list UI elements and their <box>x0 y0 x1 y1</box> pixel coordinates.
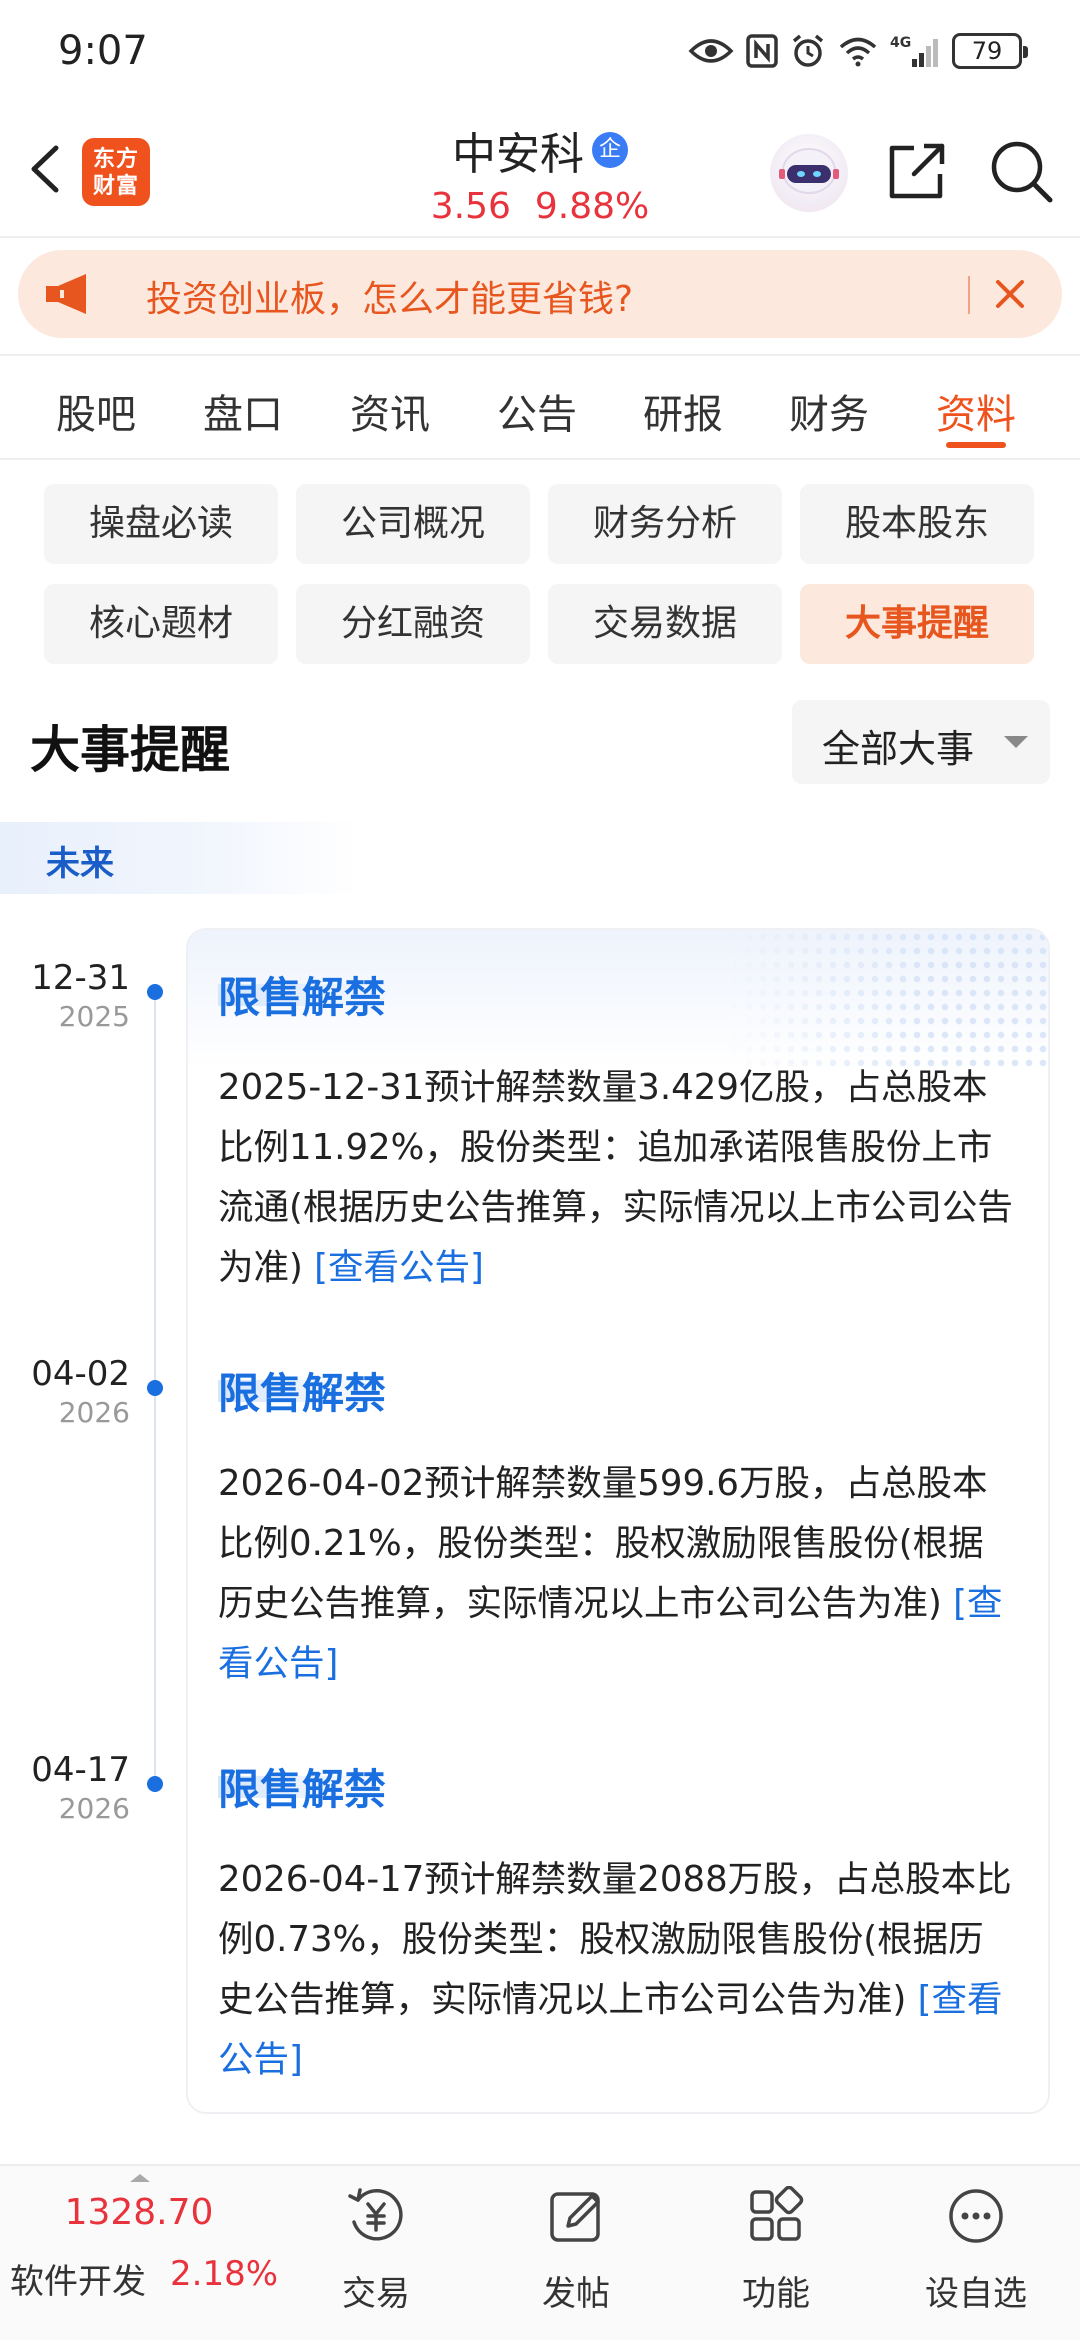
battery-indicator: 79 <box>952 33 1028 69</box>
megaphone-icon <box>46 274 86 314</box>
compose-post-button[interactable]: 发帖 <box>476 2166 676 2340</box>
sector-index-name: 软件开发 <box>10 2262 146 2302</box>
event-year: 2026 <box>58 1396 130 1429</box>
search-button[interactable] <box>986 136 1056 206</box>
group-header-future: 未来 <box>0 822 360 894</box>
robot-assistant-icon <box>779 148 839 194</box>
event-description: 2026-04-17预计解禁数量2088万股，占总股本比例0.73%，股份类型：… <box>218 1850 1018 2090</box>
active-tab-indicator <box>946 442 1006 448</box>
events-card: 限售解禁 2025-12-31预计解禁数量3.429亿股，占总股本比例11.92… <box>186 928 1050 2114</box>
tab-pankou[interactable]: 盘口 <box>203 382 283 440</box>
subnav-trading-data[interactable]: 交易数据 <box>548 584 782 664</box>
timeline-dot <box>147 1776 163 1792</box>
event-year: 2026 <box>58 1792 130 1825</box>
nfc-icon <box>746 34 778 68</box>
group-label: 未来 <box>46 844 114 884</box>
search-icon <box>991 141 1053 203</box>
functions-label: 功能 <box>742 2274 810 2314</box>
trade-label: 交易 <box>342 2274 410 2314</box>
status-icons: 4G 79 <box>688 28 1028 74</box>
sector-index-change: 2.18% <box>170 2254 279 2294</box>
event-description: 2025-12-31预计解禁数量3.429亿股，占总股本比例11.92%，股份类… <box>218 1058 1018 1298</box>
event-date: 04-02 <box>31 1354 130 1394</box>
banner-text: 投资创业板，怎么才能更省钱? <box>146 279 634 320</box>
enterprise-badge: 企 <box>592 132 628 168</box>
event-year: 2025 <box>58 1000 130 1033</box>
trade-yen-icon <box>348 2188 403 2241</box>
subnav-financial-analysis[interactable]: 财务分析 <box>548 484 782 564</box>
event-filter-dropdown[interactable]: 全部大事 <box>792 700 1050 784</box>
tab-announcements[interactable]: 公告 <box>497 382 577 440</box>
tab-profile[interactable]: 资料 <box>936 382 1016 440</box>
bottom-toolbar: 1328.70 软件开发 2.18% 交易 发帖 功能 设自选 <box>0 2164 1080 2340</box>
event-title: 限售解禁 <box>218 973 387 1022</box>
main-tabs: 股吧 盘口 资讯 公告 研报 财务 资料 <box>0 356 1080 460</box>
wifi-icon <box>839 37 877 67</box>
apps-grid-icon <box>750 2186 804 2241</box>
eye-icon <box>688 39 734 63</box>
dot-pattern-decoration <box>728 930 1048 1070</box>
event-description-text: 2026-04-17预计解禁数量2088万股，占总股本比例0.73%，股份类型：… <box>218 1859 1012 2020</box>
status-time: 9:07 <box>58 28 148 74</box>
timeline-dot <box>147 984 163 1000</box>
robot-assistant-button[interactable] <box>770 134 848 212</box>
event-filter-label: 全部大事 <box>822 727 975 771</box>
stock-price: 3.56 <box>430 186 511 227</box>
chevron-down-icon <box>1004 736 1028 748</box>
add-watchlist-label: 设自选 <box>925 2274 1027 2314</box>
tab-guba[interactable]: 股吧 <box>56 382 136 440</box>
subnav-dividends-financing[interactable]: 分红融资 <box>296 584 530 664</box>
tab-news[interactable]: 资讯 <box>350 382 430 440</box>
stock-change-pct: 9.88% <box>534 186 650 227</box>
sector-index-value: 1328.70 <box>64 2192 214 2233</box>
functions-button[interactable]: 功能 <box>676 2166 876 2340</box>
compose-label: 发帖 <box>542 2274 610 2314</box>
subnav-shareholders[interactable]: 股本股东 <box>800 484 1034 564</box>
banner-divider <box>968 276 970 314</box>
alarm-icon <box>792 34 824 67</box>
share-button[interactable] <box>884 138 950 204</box>
subnav-core-themes[interactable]: 核心题材 <box>44 584 278 664</box>
subnav-major-events[interactable]: 大事提醒 <box>800 584 1034 664</box>
subnav-company-overview[interactable]: 公司概况 <box>296 484 530 564</box>
event-description: 2026-04-02预计解禁数量599.6万股，占总股本比例0.21%，股份类型… <box>218 1454 1018 1694</box>
section-title: 大事提醒 <box>30 721 230 779</box>
compose-icon <box>550 2192 600 2242</box>
close-icon[interactable] <box>990 274 1030 314</box>
sector-index-widget[interactable]: 1328.70 软件开发 2.18% <box>0 2166 290 2340</box>
event-date: 12-31 <box>31 958 130 998</box>
svg-text:4G: 4G <box>890 35 911 51</box>
tab-finance[interactable]: 财务 <box>789 382 869 440</box>
subnav-trading-guide[interactable]: 操盘必读 <box>44 484 278 564</box>
event-title: 限售解禁 <box>218 1765 387 1814</box>
add-watchlist-button[interactable]: 设自选 <box>876 2166 1076 2340</box>
share-icon <box>889 143 945 199</box>
view-announcement-link[interactable]: [查看公告] <box>314 1247 484 1288</box>
trade-button[interactable]: 交易 <box>276 2166 476 2340</box>
caret-up-icon <box>130 2174 150 2182</box>
event-title: 限售解禁 <box>218 1369 387 1418</box>
status-bar: 9:07 4G 79 <box>0 0 1080 104</box>
promo-banner[interactable]: 投资创业板，怎么才能更省钱? <box>18 250 1062 338</box>
event-description-text: 2026-04-02预计解禁数量599.6万股，占总股本比例0.21%，股份类型… <box>218 1463 988 1624</box>
more-dots-icon <box>949 2189 1003 2243</box>
stock-name: 中安科 <box>452 129 584 180</box>
tab-research[interactable]: 研报 <box>643 382 723 440</box>
stock-header: 东方 财富 中安科 企 3.56 9.88% <box>0 104 1080 238</box>
event-date: 04-17 <box>31 1750 130 1790</box>
signal-icon: 4G <box>890 35 938 67</box>
timeline-dot <box>147 1380 163 1396</box>
